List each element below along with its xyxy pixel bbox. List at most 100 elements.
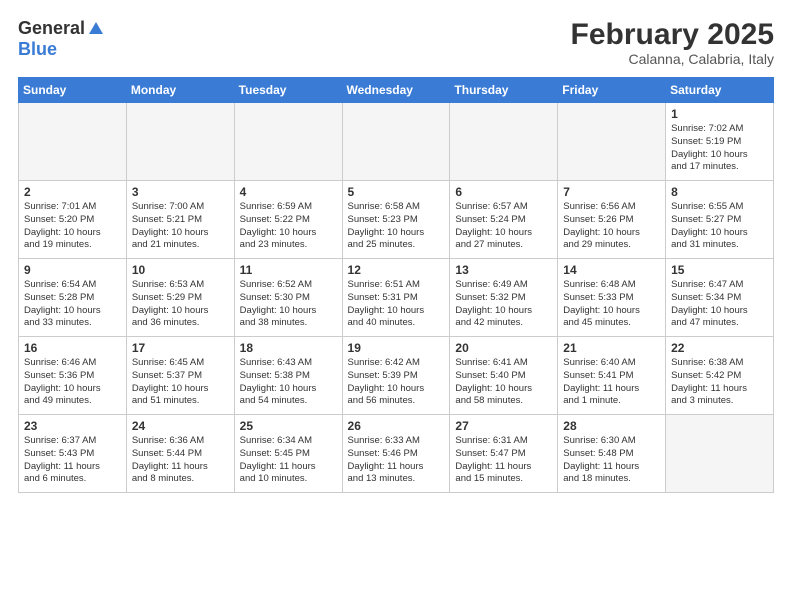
- day-info: Sunrise: 6:48 AM Sunset: 5:33 PM Dayligh…: [563, 279, 660, 330]
- day-info: Sunrise: 6:56 AM Sunset: 5:26 PM Dayligh…: [563, 201, 660, 252]
- day-number: 27: [455, 419, 552, 433]
- day-info: Sunrise: 6:40 AM Sunset: 5:41 PM Dayligh…: [563, 357, 660, 408]
- day-number: 9: [24, 263, 121, 277]
- calendar-cell: 3Sunrise: 7:00 AM Sunset: 5:21 PM Daylig…: [126, 181, 234, 259]
- location: Calanna, Calabria, Italy: [571, 51, 774, 67]
- day-info: Sunrise: 6:46 AM Sunset: 5:36 PM Dayligh…: [24, 357, 121, 408]
- day-number: 5: [348, 185, 445, 199]
- day-number: 13: [455, 263, 552, 277]
- weekday-header: Sunday: [19, 78, 127, 103]
- logo-icon: [87, 20, 105, 38]
- calendar-cell: [342, 103, 450, 181]
- weekday-header: Monday: [126, 78, 234, 103]
- day-info: Sunrise: 6:59 AM Sunset: 5:22 PM Dayligh…: [240, 201, 337, 252]
- day-number: 1: [671, 107, 768, 121]
- day-number: 18: [240, 341, 337, 355]
- day-info: Sunrise: 6:30 AM Sunset: 5:48 PM Dayligh…: [563, 435, 660, 486]
- calendar-cell: 22Sunrise: 6:38 AM Sunset: 5:42 PM Dayli…: [666, 337, 774, 415]
- calendar-week-row: 2 Sunrise: 7:01 AM Sunset: 5:20 PM Daylig…: [19, 181, 774, 259]
- calendar-cell: 21 Sunrise: 6:40 AM Sunset: 5:41 PM Dayli…: [558, 337, 666, 415]
- day-number: 22: [671, 341, 768, 355]
- day-number: 19: [348, 341, 445, 355]
- day-info: Sunrise: 6:47 AM Sunset: 5:34 PM Dayligh…: [671, 279, 768, 330]
- weekday-header: Friday: [558, 78, 666, 103]
- calendar-cell: [234, 103, 342, 181]
- calendar-cell: 13 Sunrise: 6:49 AM Sunset: 5:32 PM Dayli…: [450, 259, 558, 337]
- day-number: 14: [563, 263, 660, 277]
- calendar-cell: 1 Sunrise: 7:02 AM Sunset: 5:19 PM Daylig…: [666, 103, 774, 181]
- calendar: SundayMondayTuesdayWednesdayThursdayFrid…: [18, 77, 774, 493]
- calendar-cell: 27 Sunrise: 6:31 AM Sunset: 5:47 PM Dayli…: [450, 415, 558, 493]
- day-number: 16: [24, 341, 121, 355]
- calendar-cell: 17 Sunrise: 6:45 AM Sunset: 5:37 PM Dayli…: [126, 337, 234, 415]
- day-info: Sunrise: 7:02 AM Sunset: 5:19 PM Dayligh…: [671, 123, 768, 174]
- calendar-cell: [558, 103, 666, 181]
- calendar-cell: 10Sunrise: 6:53 AM Sunset: 5:29 PM Dayli…: [126, 259, 234, 337]
- day-number: 8: [671, 185, 768, 199]
- calendar-cell: 7 Sunrise: 6:56 AM Sunset: 5:26 PM Daylig…: [558, 181, 666, 259]
- day-number: 21: [563, 341, 660, 355]
- logo: General Blue: [18, 18, 105, 60]
- day-info: Sunrise: 6:45 AM Sunset: 5:37 PM Dayligh…: [132, 357, 229, 408]
- day-number: 15: [671, 263, 768, 277]
- day-info: Sunrise: 6:52 AM Sunset: 5:30 PM Dayligh…: [240, 279, 337, 330]
- day-info: Sunrise: 6:36 AM Sunset: 5:44 PM Dayligh…: [132, 435, 229, 486]
- calendar-cell: 18 Sunrise: 6:43 AM Sunset: 5:38 PM Dayli…: [234, 337, 342, 415]
- title-block: February 2025 Calanna, Calabria, Italy: [571, 18, 774, 67]
- calendar-cell: 8 Sunrise: 6:55 AM Sunset: 5:27 PM Daylig…: [666, 181, 774, 259]
- day-number: 4: [240, 185, 337, 199]
- day-number: 7: [563, 185, 660, 199]
- page: General Blue February 2025 Calanna, Cala…: [0, 0, 792, 612]
- calendar-cell: 12 Sunrise: 6:51 AM Sunset: 5:31 PM Dayli…: [342, 259, 450, 337]
- day-number: 25: [240, 419, 337, 433]
- day-number: 11: [240, 263, 337, 277]
- day-number: 28: [563, 419, 660, 433]
- day-info: Sunrise: 6:55 AM Sunset: 5:27 PM Dayligh…: [671, 201, 768, 252]
- calendar-week-row: 1 Sunrise: 7:02 AM Sunset: 5:19 PM Daylig…: [19, 103, 774, 181]
- day-info: Sunrise: 6:41 AM Sunset: 5:40 PM Dayligh…: [455, 357, 552, 408]
- calendar-cell: 15 Sunrise: 6:47 AM Sunset: 5:34 PM Dayli…: [666, 259, 774, 337]
- weekday-header: Saturday: [666, 78, 774, 103]
- weekday-header: Tuesday: [234, 78, 342, 103]
- calendar-cell: 11 Sunrise: 6:52 AM Sunset: 5:30 PM Dayli…: [234, 259, 342, 337]
- header: General Blue February 2025 Calanna, Cala…: [18, 18, 774, 67]
- day-info: Sunrise: 6:33 AM Sunset: 5:46 PM Dayligh…: [348, 435, 445, 486]
- calendar-header-row: SundayMondayTuesdayWednesdayThursdayFrid…: [19, 78, 774, 103]
- calendar-cell: 5Sunrise: 6:58 AM Sunset: 5:23 PM Daylig…: [342, 181, 450, 259]
- day-info: Sunrise: 6:34 AM Sunset: 5:45 PM Dayligh…: [240, 435, 337, 486]
- calendar-cell: 6 Sunrise: 6:57 AM Sunset: 5:24 PM Daylig…: [450, 181, 558, 259]
- day-number: 24: [132, 419, 229, 433]
- logo-general-text: General: [18, 18, 85, 39]
- day-number: 3: [132, 185, 229, 199]
- day-info: Sunrise: 6:49 AM Sunset: 5:32 PM Dayligh…: [455, 279, 552, 330]
- weekday-header: Wednesday: [342, 78, 450, 103]
- day-info: Sunrise: 7:01 AM Sunset: 5:20 PM Dayligh…: [24, 201, 121, 252]
- calendar-cell: 23 Sunrise: 6:37 AM Sunset: 5:43 PM Dayli…: [19, 415, 127, 493]
- day-number: 23: [24, 419, 121, 433]
- day-info: Sunrise: 6:57 AM Sunset: 5:24 PM Dayligh…: [455, 201, 552, 252]
- calendar-cell: 4 Sunrise: 6:59 AM Sunset: 5:22 PM Daylig…: [234, 181, 342, 259]
- day-number: 12: [348, 263, 445, 277]
- day-number: 2: [24, 185, 121, 199]
- day-info: Sunrise: 6:43 AM Sunset: 5:38 PM Dayligh…: [240, 357, 337, 408]
- day-number: 20: [455, 341, 552, 355]
- calendar-week-row: 16 Sunrise: 6:46 AM Sunset: 5:36 PM Dayli…: [19, 337, 774, 415]
- calendar-cell: 14 Sunrise: 6:48 AM Sunset: 5:33 PM Dayli…: [558, 259, 666, 337]
- day-info: Sunrise: 6:31 AM Sunset: 5:47 PM Dayligh…: [455, 435, 552, 486]
- logo-blue-text: Blue: [18, 39, 57, 60]
- calendar-cell: 2 Sunrise: 7:01 AM Sunset: 5:20 PM Daylig…: [19, 181, 127, 259]
- calendar-cell: 19Sunrise: 6:42 AM Sunset: 5:39 PM Dayli…: [342, 337, 450, 415]
- day-number: 17: [132, 341, 229, 355]
- month-title: February 2025: [571, 18, 774, 51]
- calendar-cell: 24 Sunrise: 6:36 AM Sunset: 5:44 PM Dayli…: [126, 415, 234, 493]
- calendar-cell: [19, 103, 127, 181]
- day-number: 6: [455, 185, 552, 199]
- calendar-week-row: 23 Sunrise: 6:37 AM Sunset: 5:43 PM Dayli…: [19, 415, 774, 493]
- weekday-header: Thursday: [450, 78, 558, 103]
- day-info: Sunrise: 6:53 AM Sunset: 5:29 PM Dayligh…: [132, 279, 229, 330]
- calendar-cell: 26Sunrise: 6:33 AM Sunset: 5:46 PM Dayli…: [342, 415, 450, 493]
- day-info: Sunrise: 6:37 AM Sunset: 5:43 PM Dayligh…: [24, 435, 121, 486]
- calendar-cell: [450, 103, 558, 181]
- calendar-cell: [666, 415, 774, 493]
- day-info: Sunrise: 6:51 AM Sunset: 5:31 PM Dayligh…: [348, 279, 445, 330]
